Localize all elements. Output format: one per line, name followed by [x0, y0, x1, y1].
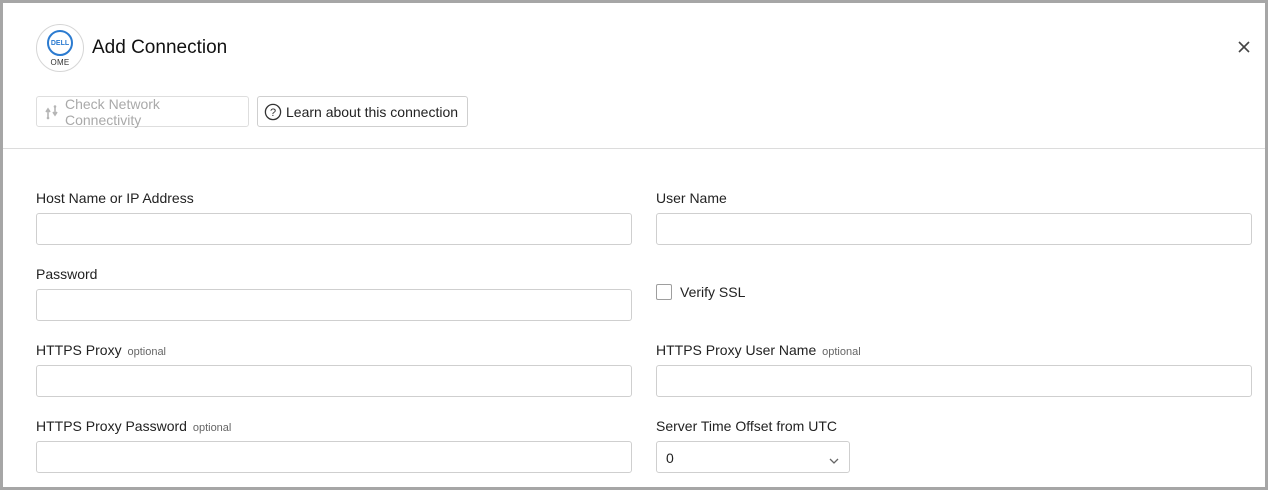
proxy-user-input[interactable]: [656, 365, 1252, 397]
verify-ssl-label[interactable]: Verify SSL: [680, 284, 745, 300]
proxy-user-optional-tag: optional: [822, 346, 861, 358]
check-network-connectivity-button[interactable]: Check Network Connectivity: [36, 95, 249, 128]
time-offset-value: 0: [666, 450, 674, 466]
proxy-label-text: HTTPS Proxy: [36, 342, 122, 358]
verify-ssl-checkbox[interactable]: [656, 284, 672, 300]
dell-ome-logo: DELL OME: [36, 24, 84, 72]
learn-label: Learn about this connection: [286, 103, 459, 120]
network-check-icon: [43, 103, 61, 121]
host-input[interactable]: [36, 213, 632, 245]
proxy-optional-tag: optional: [127, 346, 167, 358]
proxy-password-input[interactable]: [36, 441, 632, 473]
proxy-user-label-text: HTTPS Proxy User Name: [656, 342, 817, 358]
time-offset-label: Server Time Offset from UTC: [656, 418, 837, 434]
chevron-down-icon: [828, 453, 840, 464]
host-label: Host Name or IP Address: [36, 190, 194, 206]
learn-about-connection-button[interactable]: ? Learn about this connection: [257, 96, 468, 127]
proxy-label: HTTPS Proxy optional: [36, 342, 166, 358]
check-network-label: Check Network Connectivity: [65, 95, 160, 128]
proxy-password-label: HTTPS Proxy Password optional: [36, 418, 231, 434]
svg-text:?: ?: [270, 107, 276, 119]
dialog-header: DELL OME Add Connection Check Network Co…: [3, 3, 1265, 149]
proxy-password-label-text: HTTPS Proxy Password: [36, 418, 187, 434]
username-input[interactable]: [656, 213, 1252, 245]
proxy-input[interactable]: [36, 365, 632, 397]
password-input[interactable]: [36, 289, 632, 321]
time-offset-select[interactable]: 0: [656, 441, 850, 473]
proxy-password-optional-tag: optional: [192, 422, 232, 434]
username-label: User Name: [656, 190, 727, 206]
add-connection-dialog: DELL OME Add Connection Check Network Co…: [3, 3, 1265, 487]
help-circle-icon: ?: [264, 103, 282, 121]
dell-logo-mark: DELL: [47, 30, 73, 56]
dialog-title: Add Connection: [92, 37, 228, 58]
password-label: Password: [36, 266, 98, 282]
logo-subtext: OME: [50, 58, 70, 67]
close-icon[interactable]: [1235, 38, 1253, 56]
proxy-user-label: HTTPS Proxy User Name optional: [656, 342, 861, 358]
